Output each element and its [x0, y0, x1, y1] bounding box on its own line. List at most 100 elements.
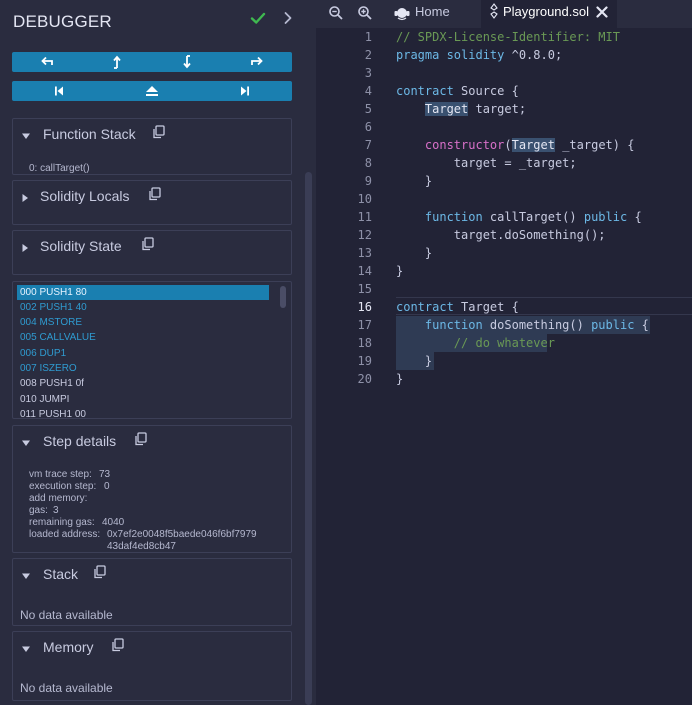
- chevron-down-icon[interactable]: [21, 568, 31, 586]
- opcode-item[interactable]: 008 PUSH1 0f: [17, 376, 269, 391]
- debugger-title: DEBUGGER: [13, 12, 112, 31]
- chevron-down-icon[interactable]: [21, 435, 31, 453]
- copy-icon[interactable]: [148, 187, 161, 206]
- line-number: 3: [364, 66, 372, 80]
- tab-playground-label: Playground.sol: [503, 4, 589, 19]
- copy-icon[interactable]: [134, 432, 147, 451]
- code-text: doSomething(): [482, 318, 592, 332]
- opcode-item-selected[interactable]: 000 PUSH1 80: [17, 285, 269, 300]
- opcode-item[interactable]: 006 DUP1: [17, 346, 269, 361]
- code-line-19: }: [396, 354, 432, 368]
- code-comment: // do whatever: [453, 336, 555, 350]
- vm-trace-step-label: vm trace step:: [29, 469, 92, 480]
- line-number: 1: [364, 30, 372, 44]
- opcode-list[interactable]: 000 PUSH1 80 002 PUSH1 40 004 MSTORE 005…: [12, 281, 292, 419]
- line-number: 4: [364, 84, 372, 98]
- solidity-state-title[interactable]: Solidity State: [40, 238, 122, 254]
- jump-next-breakpoint-button[interactable]: [199, 81, 292, 101]
- code-line-13: }: [396, 246, 432, 260]
- stack-title[interactable]: Stack: [43, 566, 78, 582]
- opcode-scrollbar[interactable]: [280, 286, 286, 308]
- execution-step-value: 0: [104, 481, 110, 492]
- copy-icon[interactable]: [111, 638, 124, 657]
- memory-title[interactable]: Memory: [43, 639, 94, 655]
- opcode-item[interactable]: 005 CALLVALUE: [17, 330, 269, 345]
- code-editor[interactable]: 1 2 3 4 5 6 7 8 9 10 11 12 13 14 15 16 1…: [316, 28, 692, 705]
- code-keyword: contract: [396, 84, 454, 98]
- close-icon[interactable]: [596, 6, 608, 21]
- function-stack-title[interactable]: Function Stack: [43, 126, 136, 142]
- tab-playground-sol[interactable]: Playground.sol: [481, 0, 617, 28]
- code-keyword: pragma solidity: [396, 48, 505, 62]
- code-text: Source {: [453, 84, 519, 98]
- line-number: 11: [357, 210, 372, 224]
- code-keyword: constructor: [424, 138, 505, 152]
- jump-previous-breakpoint-icon: [54, 86, 63, 96]
- chevron-down-icon[interactable]: [21, 641, 31, 659]
- code-line-7: constructor(Target _target) {: [396, 138, 634, 152]
- code-type-highlight: Target: [424, 102, 469, 116]
- jump-next-breakpoint-icon: [241, 86, 250, 96]
- chevron-down-icon[interactable]: [21, 128, 31, 146]
- vm-trace-step-value: 73: [99, 469, 111, 480]
- jump-out-button[interactable]: [105, 81, 198, 101]
- code-line-17: function doSomething() public {: [396, 318, 649, 332]
- code-comment: // SPDX-License-Identifier: MIT: [396, 30, 620, 44]
- line-number: 20: [357, 372, 372, 386]
- zoom-out-icon[interactable]: [328, 5, 344, 26]
- tab-home[interactable]: Home: [388, 0, 480, 28]
- code-line-16: contract Target {: [396, 300, 519, 314]
- eject-icon: [145, 86, 158, 96]
- function-stack-item[interactable]: 0: callTarget(): [29, 163, 90, 174]
- code-keyword: public: [583, 210, 628, 224]
- line-number: 19: [357, 354, 372, 368]
- chevron-right-icon[interactable]: [20, 190, 30, 208]
- solidity-file-icon: [489, 3, 499, 22]
- opcode-item[interactable]: 004 MSTORE: [17, 315, 269, 330]
- jump-controls-row: [12, 81, 292, 101]
- opcode-item[interactable]: 011 PUSH1 00: [17, 407, 269, 418]
- step-back-button[interactable]: [82, 52, 152, 72]
- stack-empty-message: No data available: [20, 608, 113, 622]
- step-over-back-button[interactable]: [12, 52, 82, 72]
- line-number-gutter: 1 2 3 4 5 6 7 8 9 10 11 12 13 14 15 16 1…: [316, 28, 396, 705]
- line-number: 17: [357, 318, 372, 332]
- code-text: }: [396, 264, 404, 278]
- code-text: ^0.8.0;: [504, 48, 563, 62]
- copy-icon[interactable]: [141, 237, 154, 256]
- execution-step-label: execution step:: [29, 481, 97, 492]
- step-into-button[interactable]: [152, 52, 222, 72]
- step-over-forward-button[interactable]: [222, 52, 292, 72]
- jump-previous-breakpoint-button[interactable]: [12, 81, 105, 101]
- code-keyword: contract: [396, 300, 454, 314]
- code-line-18: // do whatever: [396, 336, 555, 350]
- chevron-right-icon[interactable]: [280, 10, 296, 31]
- code-line-9: }: [396, 174, 432, 188]
- line-number: 9: [364, 174, 372, 188]
- code-keyword: function: [424, 210, 483, 224]
- line-number: 14: [357, 264, 372, 278]
- step-details-title[interactable]: Step details: [43, 433, 116, 449]
- loaded-address-value-line1: 0x7ef2e0048f5baede046f6bf7979: [107, 529, 257, 540]
- loaded-address-value-line2: 43daf4ed8cb47: [107, 541, 176, 552]
- opcode-item[interactable]: 002 PUSH1 40: [17, 300, 269, 315]
- solidity-locals-title[interactable]: Solidity Locals: [40, 188, 130, 204]
- code-text: }: [424, 246, 433, 260]
- add-memory-label: add memory:: [29, 493, 88, 504]
- chevron-right-icon[interactable]: [20, 240, 30, 258]
- step-controls-row: [12, 52, 292, 72]
- panel-scrollbar[interactable]: [305, 172, 312, 705]
- line-number: 12: [357, 228, 372, 242]
- opcode-item[interactable]: 007 ISZERO: [17, 361, 269, 376]
- code-line-4: contract Source {: [396, 84, 519, 98]
- copy-icon[interactable]: [93, 565, 106, 584]
- debugger-panel: DEBUGGER Function Stack 0: callTarget() …: [0, 0, 316, 705]
- memory-panel: Memory No data available: [12, 631, 292, 701]
- opcode-item[interactable]: 010 JUMPI: [17, 392, 269, 407]
- zoom-in-icon[interactable]: [357, 5, 373, 26]
- check-icon[interactable]: [249, 9, 267, 32]
- copy-icon[interactable]: [152, 125, 165, 144]
- function-stack-panel: Function Stack 0: callTarget(): [12, 118, 292, 175]
- debugger-header: DEBUGGER: [0, 0, 316, 42]
- line-number: 2: [364, 48, 372, 62]
